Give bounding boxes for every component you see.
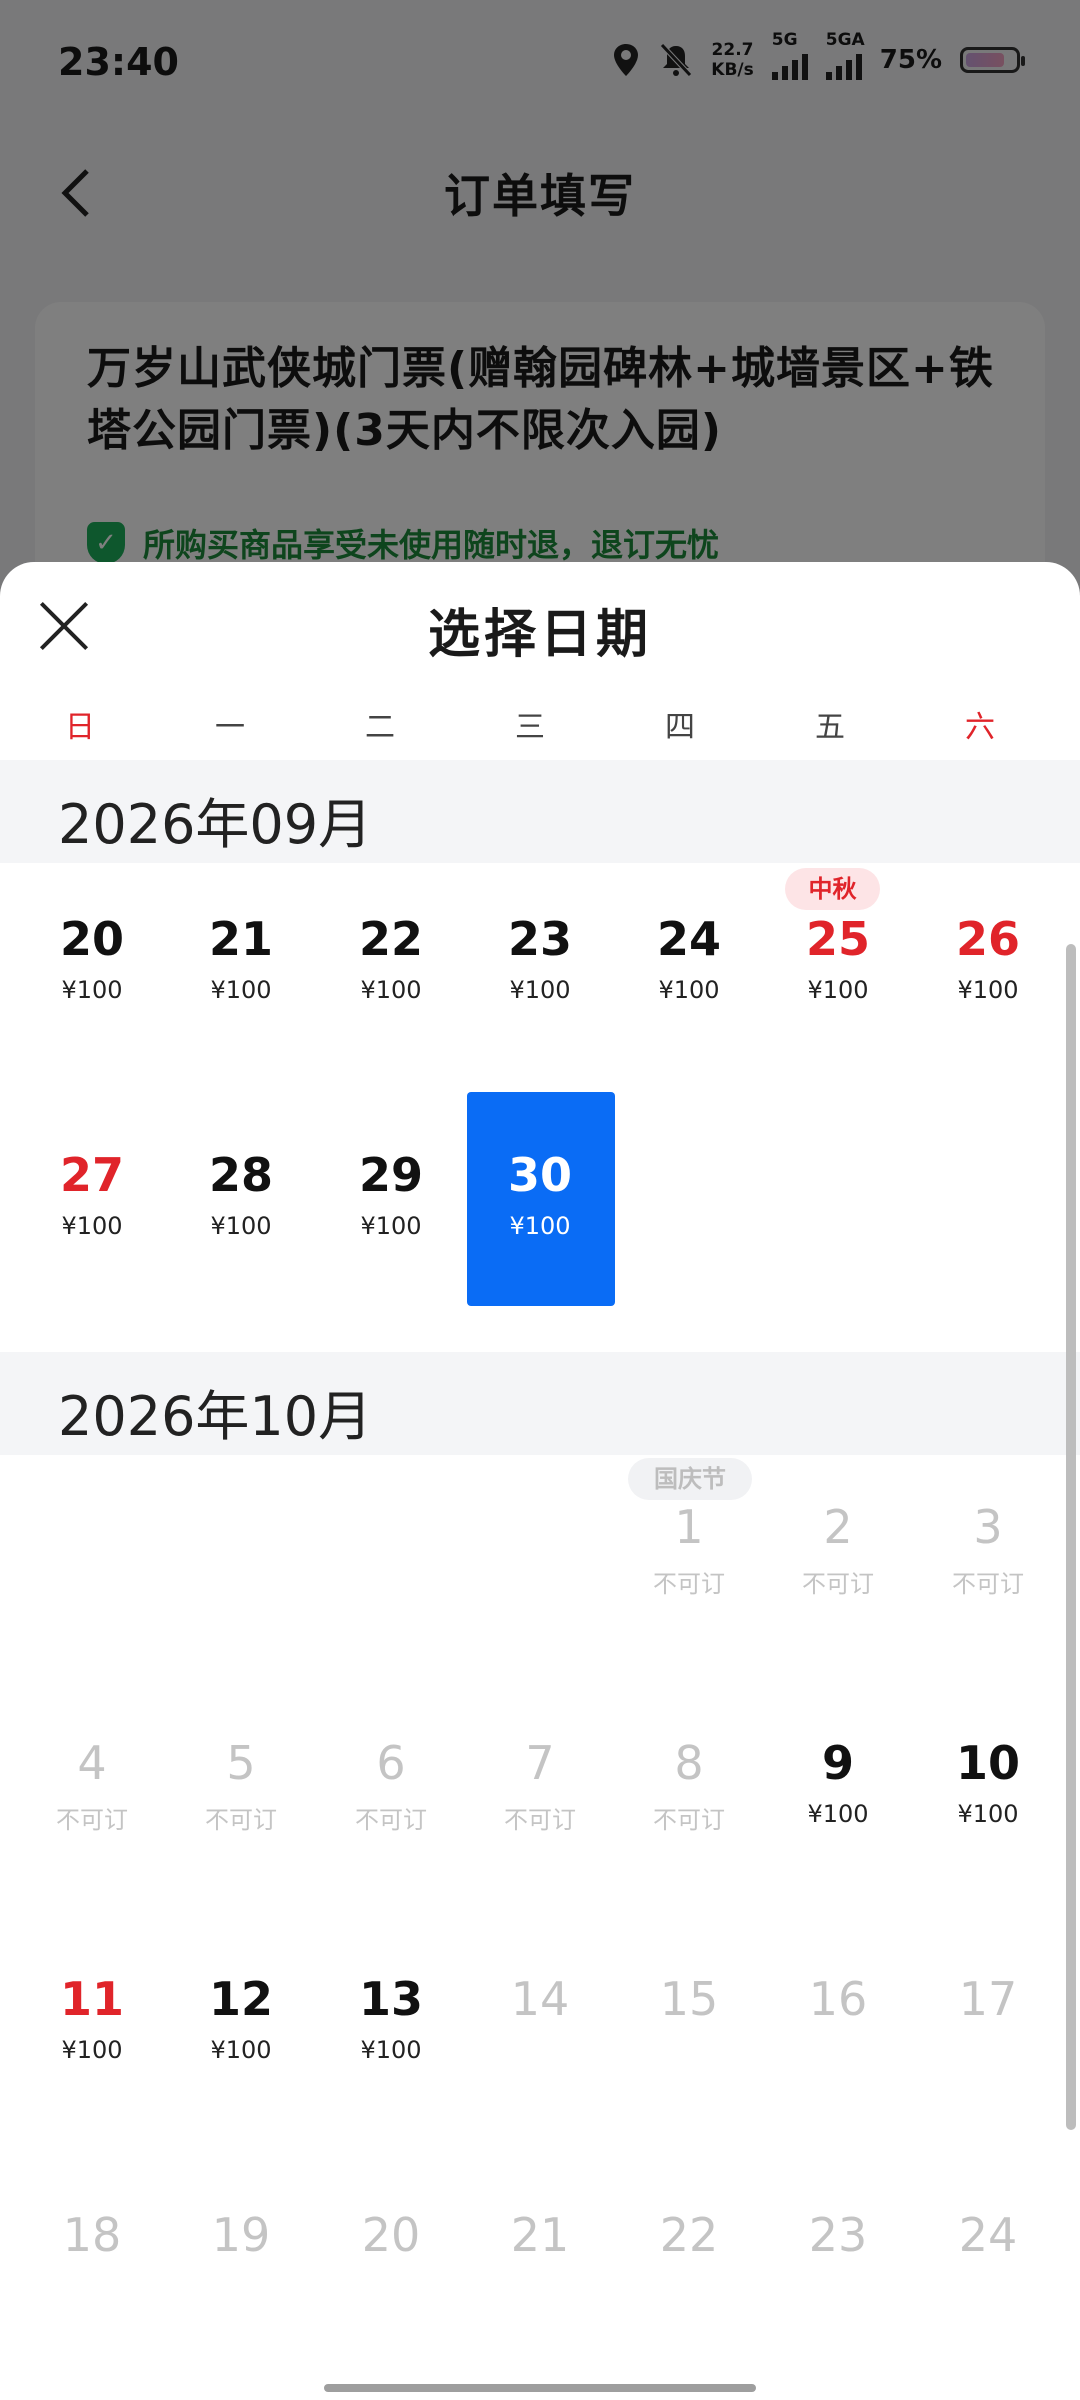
date-cell[interactable]: 23 ¥100 <box>465 876 615 1086</box>
date-cell[interactable]: 27 ¥100 <box>17 1112 167 1322</box>
weekday-label: 六 <box>965 710 995 745</box>
date-cell: 6 不可订 <box>355 1736 427 1834</box>
month-label: 2026年10月 <box>58 1385 373 1448</box>
date-cell: 8 不可订 <box>653 1736 725 1834</box>
date-cell[interactable]: 中秋 25 ¥100 <box>763 868 913 1086</box>
date-picker-sheet: 选择日期 日 一 二 三 四 五 六 2026年09月 20 ¥100 21 ¥… <box>0 562 1080 2400</box>
festival-tag: 中秋 <box>785 868 880 910</box>
weekday-label: 一 <box>215 710 245 745</box>
month-header: 2026年09月 <box>0 760 1080 863</box>
date-cell[interactable]: 24 ¥100 <box>614 876 764 1086</box>
weekday-label: 五 <box>815 710 845 745</box>
date-cell: 4 不可订 <box>56 1736 128 1834</box>
date-cell[interactable]: 12 ¥100 <box>166 1936 316 2146</box>
festival-tag: 国庆节 <box>628 1458 752 1500</box>
date-cell: 19 <box>211 2208 271 2262</box>
date-cell[interactable]: 9 ¥100 <box>763 1700 913 1910</box>
date-cell: 14 <box>510 1972 570 2026</box>
weekday-header: 日 一 二 三 四 五 六 <box>0 702 1080 752</box>
weekday-label: 四 <box>665 710 695 745</box>
date-cell: 15 <box>659 1972 719 2026</box>
date-cell: 22 <box>659 2208 719 2262</box>
date-cell[interactable]: 26 ¥100 <box>913 876 1063 1086</box>
weekday-label: 日 <box>65 710 95 745</box>
date-cell[interactable]: 10 ¥100 <box>913 1700 1063 1910</box>
date-cell: 18 <box>62 2208 122 2262</box>
month-header: 2026年10月 <box>0 1352 1080 1455</box>
date-cell: 3 不可订 <box>952 1500 1024 1598</box>
scrollbar[interactable] <box>1066 944 1076 2130</box>
date-cell: 21 <box>510 2208 570 2262</box>
date-cell: 24 <box>958 2208 1018 2262</box>
date-cell[interactable]: 28 ¥100 <box>166 1112 316 1322</box>
date-cell[interactable]: 11 ¥100 <box>17 1936 167 2146</box>
date-cell[interactable]: 20 ¥100 <box>17 876 167 1086</box>
date-cell: 16 <box>808 1972 868 2026</box>
sheet-title: 选择日期 <box>427 605 652 665</box>
month-label: 2026年09月 <box>58 793 373 856</box>
date-cell: 23 <box>808 2208 868 2262</box>
weekday-label: 二 <box>365 710 395 745</box>
date-cell: 2 不可订 <box>802 1500 874 1598</box>
date-cell: 20 <box>361 2208 421 2262</box>
date-cell: 5 不可订 <box>205 1736 277 1834</box>
date-cell[interactable]: 21 ¥100 <box>166 876 316 1086</box>
date-cell: 17 <box>958 1972 1018 2026</box>
date-cell: 国庆节 1 不可订 <box>614 1458 764 1674</box>
date-cell[interactable]: 22 ¥100 <box>316 876 466 1086</box>
weekday-label: 三 <box>515 710 545 745</box>
date-cell[interactable]: 13 ¥100 <box>316 1936 466 2146</box>
date-cell: 7 不可订 <box>504 1736 576 1834</box>
date-cell[interactable]: 29 ¥100 <box>316 1112 466 1322</box>
home-indicator[interactable] <box>324 2384 756 2392</box>
date-cell-selected[interactable]: 30 ¥100 <box>465 1092 615 1306</box>
